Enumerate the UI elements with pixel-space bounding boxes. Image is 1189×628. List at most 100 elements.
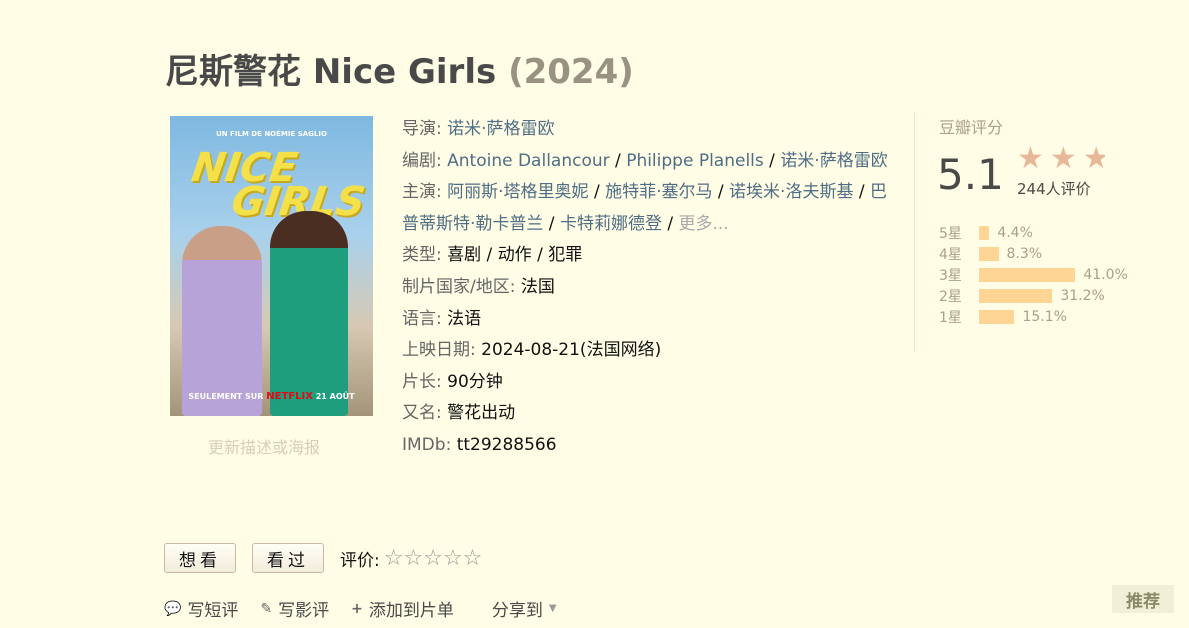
poster-figure-right bbox=[270, 211, 348, 416]
rating-bar-row: 2星 31.2% bbox=[939, 285, 1128, 306]
imdb-label: IMDb bbox=[402, 434, 446, 455]
rating-bar-label: 3星 bbox=[939, 267, 962, 284]
rating-bar-percent: 31.2% bbox=[1060, 287, 1105, 304]
rate-stars[interactable]: ☆☆☆☆☆ bbox=[384, 546, 483, 571]
director-label: 导演 bbox=[402, 119, 436, 139]
country-label: 制片国家/地区 bbox=[402, 276, 510, 297]
rating-bar-percent: 8.3% bbox=[1006, 245, 1043, 262]
movie-year: (2024) bbox=[508, 52, 634, 92]
rating-bar-label: 5星 bbox=[939, 225, 962, 242]
writer-link[interactable]: Philippe Planells bbox=[626, 151, 764, 171]
aka-row: 又名: 警花出动 bbox=[402, 403, 516, 424]
imdb-row: IMDb: tt29288566 bbox=[402, 434, 557, 455]
director-link[interactable]: 诺米·萨格雷欧 bbox=[447, 119, 554, 139]
poster-figure-left bbox=[182, 226, 262, 416]
movie-title: 尼斯警花 Nice Girls bbox=[165, 52, 497, 92]
release-label: 上映日期 bbox=[402, 340, 470, 361]
poster-footer-brand: NETFLIX bbox=[266, 391, 313, 402]
poster-footer-date: 21 AOÛT bbox=[315, 392, 355, 401]
page-title: 尼斯警花 Nice Girls (2024) bbox=[165, 44, 634, 93]
writer-link[interactable]: Antoine Dallancour bbox=[447, 151, 610, 171]
rating-bar bbox=[979, 267, 1076, 282]
star-outline-icon[interactable]: ☆ bbox=[443, 546, 463, 571]
action-bar: 💬 写短评 ✎ 写影评 + 添加到片单 分享到 ▼ bbox=[164, 596, 579, 622]
writer-label: 编剧 bbox=[402, 150, 436, 171]
share-dropdown[interactable]: 分享到 ▼ bbox=[492, 596, 557, 621]
rating-bar-percent: 4.4% bbox=[997, 224, 1033, 241]
rating-bar-percent: 41.0% bbox=[1083, 266, 1128, 283]
rating-count-link[interactable]: 244人评价 bbox=[1017, 178, 1091, 199]
cast-link[interactable]: 诺埃米·洛夫斯基 bbox=[729, 182, 853, 202]
rating-panel: 豆瓣评分 5.1 ★★★★★ 244人评价 5星 4.4% 4星 8.3% 3星 41… bbox=[914, 112, 1155, 352]
rate-label: 评价: bbox=[340, 550, 380, 571]
director-row: 导演: 诺米·萨格雷欧 bbox=[402, 119, 555, 139]
writer-link[interactable]: 诺米·萨格雷欧 bbox=[780, 151, 887, 171]
genre-row: 类型: 喜剧 / 动作 / 犯罪 bbox=[402, 245, 583, 266]
pencil-icon: ✎ bbox=[260, 600, 273, 617]
chevron-down-icon: ▼ bbox=[548, 603, 557, 614]
write-short-review-label: 写短评 bbox=[187, 601, 239, 621]
cast-more-link[interactable]: 更多... bbox=[679, 214, 729, 234]
rating-bar bbox=[979, 309, 1015, 324]
write-review-link[interactable]: ✎ 写影评 bbox=[260, 596, 330, 622]
poster-tagline: UN FILM DE NOÉMIE SAGLIO bbox=[216, 130, 327, 138]
recommend-button[interactable]: 推荐 bbox=[1112, 585, 1174, 613]
poster-footer-prefix: SEULEMENT SUR bbox=[188, 392, 264, 401]
star-outline-icon[interactable]: ☆ bbox=[403, 546, 423, 571]
runtime-value: 90分钟 bbox=[447, 371, 503, 392]
update-poster-link[interactable]: 更新描述或海报 bbox=[208, 434, 320, 458]
rating-bar-percent: 15.1% bbox=[1022, 308, 1067, 325]
rating-bar-label: 1星 bbox=[939, 309, 962, 326]
star-icon: ★★★★★ bbox=[1017, 144, 1105, 174]
comment-icon: 💬 bbox=[164, 600, 182, 617]
country-value: 法国 bbox=[520, 276, 555, 297]
rating-stars: ★★★★★ bbox=[1017, 144, 1105, 174]
genre-item: 犯罪 bbox=[548, 245, 583, 266]
language-label: 语言 bbox=[402, 308, 436, 329]
rating-bar-label: 2星 bbox=[939, 288, 962, 305]
rating-breakdown: 5星 4.4% 4星 8.3% 3星 41.0% 2星 31.2% 1星 15.1% bbox=[939, 222, 1128, 327]
want-to-watch-button[interactable]: 想看 bbox=[164, 543, 236, 573]
share-label: 分享到 bbox=[491, 601, 543, 621]
collect-actions: 想看 看过 评价: ☆☆☆☆☆ bbox=[164, 543, 482, 573]
cast-link[interactable]: 卡特莉娜德登 bbox=[560, 214, 662, 234]
genre-item: 动作 bbox=[497, 245, 532, 266]
language-value: 法语 bbox=[447, 308, 482, 329]
movie-info: 导演: 诺米·萨格雷欧 编剧: Antoine Dallancour / Phi… bbox=[402, 114, 902, 462]
rating-score: 5.1 bbox=[937, 150, 1004, 199]
rating-bar-row: 4星 8.3% bbox=[939, 243, 1128, 264]
cast-link[interactable]: 阿丽斯·塔格里奥妮 bbox=[447, 182, 588, 202]
add-to-list-label: 添加到片单 bbox=[368, 601, 454, 621]
rating-bar-row: 5星 4.4% bbox=[939, 222, 1128, 243]
runtime-row: 片长: 90分钟 bbox=[402, 371, 503, 392]
star-outline-icon[interactable]: ☆ bbox=[384, 546, 404, 571]
release-value: 2024-08-21(法国网络) bbox=[481, 340, 662, 361]
release-row: 上映日期: 2024-08-21(法国网络) bbox=[402, 340, 662, 361]
runtime-label: 片长 bbox=[402, 371, 436, 392]
aka-value: 警花出动 bbox=[447, 403, 516, 424]
rating-bar-row: 3星 41.0% bbox=[939, 264, 1128, 285]
poster-footer: SEULEMENT SUR NETFLIX 21 AOÛT bbox=[170, 391, 373, 402]
writer-row: 编剧: Antoine Dallancour / Philippe Planel… bbox=[402, 150, 888, 171]
rating-label: 豆瓣评分 bbox=[939, 118, 1004, 137]
watched-button[interactable]: 看过 bbox=[252, 543, 324, 573]
rating-bar-row: 1星 15.1% bbox=[939, 306, 1128, 327]
write-short-review-link[interactable]: 💬 写短评 bbox=[164, 596, 239, 622]
star-outline-icon[interactable]: ☆ bbox=[463, 546, 483, 571]
language-row: 语言: 法语 bbox=[402, 308, 482, 329]
rating-bar-label: 4星 bbox=[939, 246, 962, 263]
cast-row: 主演: 阿丽斯·塔格里奥妮 / 施特菲·塞尔马 / 诺埃米·洛夫斯基 / 巴普蒂… bbox=[402, 182, 887, 234]
plus-icon: + bbox=[351, 600, 363, 617]
imdb-value: tt29288566 bbox=[456, 434, 557, 455]
genre-label: 类型 bbox=[402, 245, 436, 266]
add-to-list-link[interactable]: + 添加到片单 bbox=[351, 596, 454, 622]
rating-bar bbox=[979, 246, 999, 261]
write-review-label: 写影评 bbox=[278, 601, 330, 621]
star-outline-icon[interactable]: ☆ bbox=[423, 546, 443, 571]
rating-bar bbox=[979, 225, 990, 240]
movie-poster[interactable]: UN FILM DE NOÉMIE SAGLIO NICE GIRLS SEUL… bbox=[170, 116, 373, 416]
country-row: 制片国家/地区: 法国 bbox=[402, 276, 555, 297]
rating-bar bbox=[979, 288, 1053, 303]
genre-item: 喜剧 bbox=[447, 245, 482, 266]
cast-link[interactable]: 施特菲·塞尔马 bbox=[605, 182, 712, 202]
